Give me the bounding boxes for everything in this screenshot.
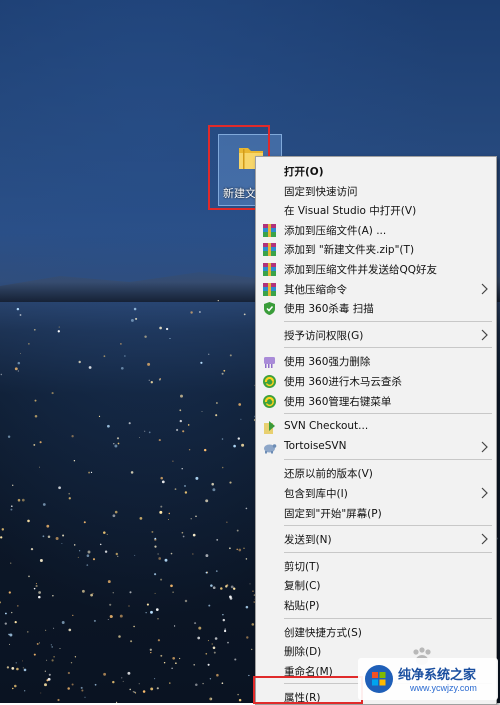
context-menu-item-label: 添加到 "新建文件夹.zip"(T) xyxy=(284,244,415,257)
svn-checkout-icon xyxy=(264,421,275,435)
submenu-arrow-icon xyxy=(481,283,488,295)
context-menu-item-label: 授予访问权限(G) xyxy=(284,329,364,342)
context-menu-item[interactable]: 固定到"开始"屏幕(P) xyxy=(256,503,496,523)
context-menu-item-label: 打开(O) xyxy=(284,166,324,178)
context-menu-item-label: 还原以前的版本(V) xyxy=(284,468,373,481)
360-antivirus-shield-icon xyxy=(264,302,275,316)
context-menu-item-label: 粘贴(P) xyxy=(284,600,320,612)
context-menu-item[interactable]: 使用 360强力删除 xyxy=(256,351,496,371)
context-menu-item[interactable]: 创建快捷方式(S) xyxy=(256,622,496,642)
context-menu-item[interactable]: 添加到压缩文件并发送给QQ好友 xyxy=(256,259,496,279)
context-menu-item[interactable]: 复制(C) xyxy=(256,575,496,595)
context-menu-item-label: 其他压缩命令 xyxy=(284,283,347,296)
context-menu-item-label: 在 Visual Studio 中打开(V) xyxy=(284,205,417,218)
watermark-url: www.ycwjzy.com xyxy=(410,683,477,693)
context-menu-item[interactable]: SVN Checkout... xyxy=(256,417,496,437)
context-menu-item-label: TortoiseSVN xyxy=(284,439,347,452)
tortoisesvn-icon xyxy=(264,443,277,454)
submenu-arrow-icon xyxy=(481,533,488,545)
context-menu-item-label: 添加到压缩文件并发送给QQ好友 xyxy=(284,264,438,276)
context-menu-item[interactable]: 打开(O) xyxy=(256,161,496,181)
context-menu-item-label: 使用 360进行木马云查杀 xyxy=(284,376,402,388)
menu-separator xyxy=(284,459,492,461)
menu-separator xyxy=(284,320,492,322)
context-menu-item[interactable]: 使用 360管理右键菜单 xyxy=(256,391,496,411)
context-menu-item[interactable]: 剪切(T) xyxy=(256,556,496,576)
context-menu-item-label: 剪切(T) xyxy=(284,560,320,573)
context-menu-item[interactable]: TortoiseSVN xyxy=(256,437,496,457)
context-menu-item[interactable]: 在 Visual Studio 中打开(V) xyxy=(256,200,496,220)
context-menu-item-label: 使用 360杀毒 扫描 xyxy=(284,303,374,316)
context-menu-item-label: 使用 360管理右键菜单 xyxy=(284,395,392,408)
context-menu-item[interactable]: 使用 360进行木马云查杀 xyxy=(256,371,496,391)
context-menu-item-label: 发送到(N) xyxy=(284,534,332,547)
360-shredder-icon xyxy=(264,357,275,369)
watermark-title: 纯净系统之家 xyxy=(398,668,477,683)
context-menu-item[interactable]: 其他压缩命令 xyxy=(256,279,496,299)
winrar-icon xyxy=(263,223,276,237)
windows-logo-icon xyxy=(365,665,393,693)
context-menu-item[interactable]: 使用 360杀毒 扫描 xyxy=(256,298,496,318)
context-menu-item-label: 复制(C) xyxy=(284,580,321,593)
menu-separator xyxy=(284,413,492,415)
context-menu-item-label: 包含到库中(I) xyxy=(284,488,348,500)
context-menu-item[interactable]: 包含到库中(I) xyxy=(256,483,496,503)
context-menu-item-label: 固定到快速访问 xyxy=(284,185,358,198)
context-menu: 打开(O) 固定到快速访问在 Visual Studio 中打开(V) 添加到压缩文… xyxy=(255,156,497,705)
winrar-icon xyxy=(263,282,276,296)
context-menu-item[interactable]: 授予访问权限(G) xyxy=(256,325,496,345)
context-menu-item[interactable]: 添加到压缩文件(A) ... xyxy=(256,220,496,240)
menu-separator xyxy=(284,525,492,527)
winrar-icon xyxy=(263,243,276,257)
context-menu-item-label: 固定到"开始"屏幕(P) xyxy=(284,507,382,520)
context-menu-item-label: 添加到压缩文件(A) ... xyxy=(284,224,387,237)
context-menu-item-label: 创建快捷方式(S) xyxy=(284,626,362,639)
context-menu-item[interactable]: 固定到快速访问 xyxy=(256,181,496,201)
context-menu-item[interactable]: 粘贴(P) xyxy=(256,595,496,615)
context-menu-item[interactable]: 添加到 "新建文件夹.zip"(T) xyxy=(256,239,496,259)
context-menu-item-label: SVN Checkout... xyxy=(284,420,369,433)
context-menu-item[interactable]: 发送到(N) xyxy=(256,529,496,549)
360-security-icon xyxy=(263,394,276,408)
menu-separator xyxy=(284,551,492,553)
menu-separator xyxy=(284,617,492,619)
context-menu-item-label: 删除(D) xyxy=(284,646,322,659)
menu-separator xyxy=(284,347,492,349)
context-menu-item-label: 使用 360强力删除 xyxy=(284,356,371,369)
360-security-icon xyxy=(263,375,276,388)
submenu-arrow-icon xyxy=(481,329,488,341)
winrar-icon xyxy=(263,263,276,276)
submenu-arrow-icon xyxy=(481,441,488,453)
site-watermark: 纯净系统之家 www.ycwjzy.com xyxy=(358,658,498,700)
submenu-arrow-icon xyxy=(481,487,488,499)
properties-highlight-box xyxy=(253,676,363,704)
context-menu-item[interactable]: 还原以前的版本(V) xyxy=(256,463,496,483)
